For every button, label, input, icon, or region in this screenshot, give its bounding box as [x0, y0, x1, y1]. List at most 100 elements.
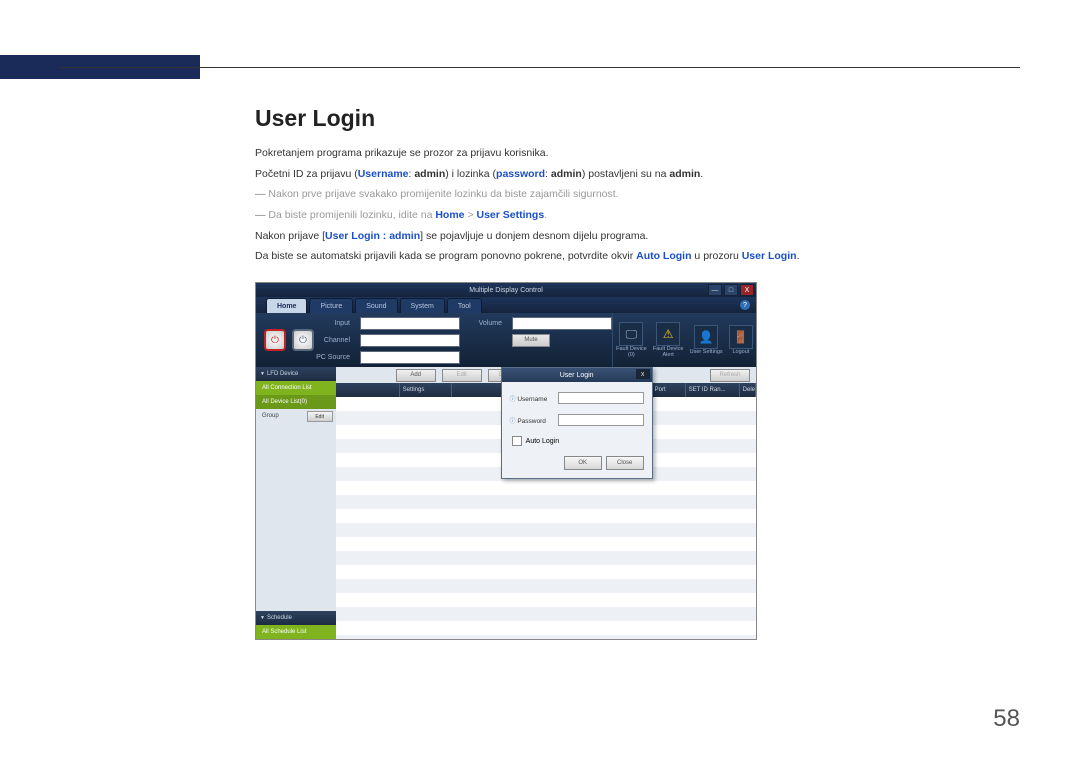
- logout-button[interactable]: 🚪 Logout: [729, 325, 753, 356]
- sidebar-all-schedule[interactable]: All Schedule List: [256, 625, 336, 639]
- edit-button[interactable]: Edit: [442, 369, 482, 382]
- body: LFD Device All Connection List All Devic…: [256, 367, 756, 639]
- close-button[interactable]: X: [740, 284, 754, 296]
- l: Fault Device(0): [616, 347, 647, 358]
- login-dialog: User Login x Username Password: [501, 367, 653, 479]
- tab-home[interactable]: Home: [266, 298, 307, 313]
- dialog-titlebar: User Login x: [502, 368, 652, 382]
- para-1-text: Pokretanjem programa prikazuje se prozor…: [255, 147, 549, 159]
- refresh-button[interactable]: Refresh: [710, 369, 750, 382]
- t: .: [700, 168, 703, 180]
- t: Početni ID za prijavu (: [255, 168, 358, 180]
- auto-login-label: Auto Login: [636, 250, 691, 262]
- tab-picture[interactable]: Picture: [309, 298, 353, 313]
- t: u prozoru: [692, 250, 742, 262]
- dialog-buttons: OK Close: [510, 456, 644, 470]
- dialog-title: User Login: [560, 372, 594, 379]
- warning-icon: ⚠: [656, 322, 680, 346]
- l: Logout: [732, 350, 749, 356]
- fault-alert-button[interactable]: ⚠ Fault DeviceAlert: [653, 322, 684, 358]
- username-label: Username: [358, 168, 409, 180]
- source-label: PC Source: [314, 354, 354, 361]
- power-off-button[interactable]: ⏻: [292, 329, 314, 351]
- header-rule: [60, 67, 1020, 68]
- t: Da biste promijenili lozinku, idite na: [268, 209, 435, 221]
- t: Da biste se automatski prijavili kada se…: [255, 250, 636, 262]
- t: ] se pojavljuje u donjem desnom dijelu p…: [420, 230, 648, 242]
- minimize-button[interactable]: —: [708, 284, 722, 296]
- monitor-icon: 🖵: [619, 322, 643, 346]
- username-value: admin: [414, 168, 445, 180]
- volume-slider[interactable]: [512, 317, 612, 330]
- username-field-label: Username: [510, 394, 554, 403]
- dialog-body: Username Password Auto Login OK: [502, 382, 652, 478]
- volume-label: Volume: [466, 320, 506, 327]
- auto-login-checkbox[interactable]: [512, 436, 522, 446]
- tab-sound[interactable]: Sound: [355, 298, 397, 313]
- user-login-window-label: User Login: [742, 250, 797, 262]
- sidebar-schedule-header[interactable]: Schedule: [256, 611, 336, 625]
- source-select[interactable]: [360, 351, 460, 364]
- sidebar-fill: [256, 423, 336, 611]
- note-1: Nakon prve prijave svakako promijenite l…: [255, 187, 1020, 202]
- t: >: [465, 209, 477, 221]
- close-dialog-button[interactable]: Close: [606, 456, 644, 470]
- th-port[interactable]: Port: [652, 383, 686, 397]
- input-select[interactable]: [360, 317, 460, 330]
- control-grid: Input Volume Channel Mute PC Source: [314, 312, 612, 368]
- user-settings-link: User Settings: [477, 209, 545, 221]
- power-on-button[interactable]: ⏻: [264, 329, 286, 351]
- t: ) i lozinka (: [445, 168, 496, 180]
- th-delete[interactable]: Dele: [740, 383, 756, 397]
- fault-device-button[interactable]: 🖵 Fault Device(0): [616, 322, 647, 358]
- tab-system[interactable]: System: [400, 298, 445, 313]
- titlebar: Multiple Display Control — □ X: [256, 283, 756, 297]
- para-4: Da biste se automatski prijavili kada se…: [255, 249, 1020, 264]
- add-button[interactable]: Add: [396, 369, 436, 382]
- channel-label: Channel: [314, 337, 354, 344]
- password-label: password: [496, 168, 545, 180]
- t: .: [797, 250, 800, 262]
- toolbar: ⏻ ⏻ Input Volume Channel Mute PC Source …: [256, 313, 756, 367]
- user-settings-button[interactable]: 👤 User Settings: [690, 325, 723, 356]
- th-settings[interactable]: Settings: [400, 383, 452, 397]
- sidebar-lfd-header[interactable]: LFD Device: [256, 367, 336, 381]
- page-title: User Login: [255, 105, 1020, 132]
- para-2: Početni ID za prijavu (Username: admin) …: [255, 167, 1020, 182]
- page-number: 58: [993, 705, 1020, 733]
- sidebar-all-device[interactable]: All Device List(0): [256, 395, 336, 409]
- t: Nakon prijave [: [255, 230, 325, 242]
- note-2: Da biste promijenili lozinku, idite na H…: [255, 208, 1020, 223]
- input-label: Input: [314, 320, 354, 327]
- app-title: Multiple Display Control: [469, 287, 543, 294]
- password-field-label: Password: [510, 416, 554, 425]
- ok-button[interactable]: OK: [564, 456, 602, 470]
- para-3: Nakon prijave [User Login : admin] se po…: [255, 229, 1020, 244]
- door-icon: 🚪: [729, 325, 753, 349]
- page-content: User Login Pokretanjem programa prikazuj…: [255, 105, 1020, 640]
- sidebar-group[interactable]: Group Edit: [256, 409, 336, 423]
- password-value: admin: [551, 168, 582, 180]
- th-checkbox[interactable]: [336, 383, 400, 397]
- password-row: Password: [510, 414, 644, 426]
- admin-value: admin: [669, 168, 700, 180]
- auto-login-row[interactable]: Auto Login: [512, 436, 644, 446]
- channel-select[interactable]: [360, 334, 460, 347]
- note-1-text: Nakon prve prijave svakako promijenite l…: [268, 188, 618, 200]
- tab-tool[interactable]: Tool: [447, 298, 482, 313]
- maximize-button[interactable]: □: [724, 284, 738, 296]
- toolbar-icons: 🖵 Fault Device(0) ⚠ Fault DeviceAlert 👤 …: [612, 313, 756, 367]
- help-icon[interactable]: ?: [740, 300, 750, 310]
- app-screenshot: Multiple Display Control — □ X Home Pict…: [255, 282, 757, 640]
- window-controls: — □ X: [708, 284, 754, 296]
- main-area: Add Edit Delete Refresh Settings Connect…: [336, 367, 756, 639]
- group-edit-button[interactable]: Edit: [307, 411, 333, 422]
- th-setid[interactable]: SET ID Ran...: [686, 383, 740, 397]
- username-input[interactable]: [558, 392, 644, 404]
- username-row: Username: [510, 392, 644, 404]
- l: User Settings: [690, 350, 723, 356]
- sidebar-all-connection[interactable]: All Connection List: [256, 381, 336, 395]
- password-input[interactable]: [558, 414, 644, 426]
- mute-button[interactable]: Mute: [512, 334, 550, 347]
- dialog-close-button[interactable]: x: [636, 369, 650, 379]
